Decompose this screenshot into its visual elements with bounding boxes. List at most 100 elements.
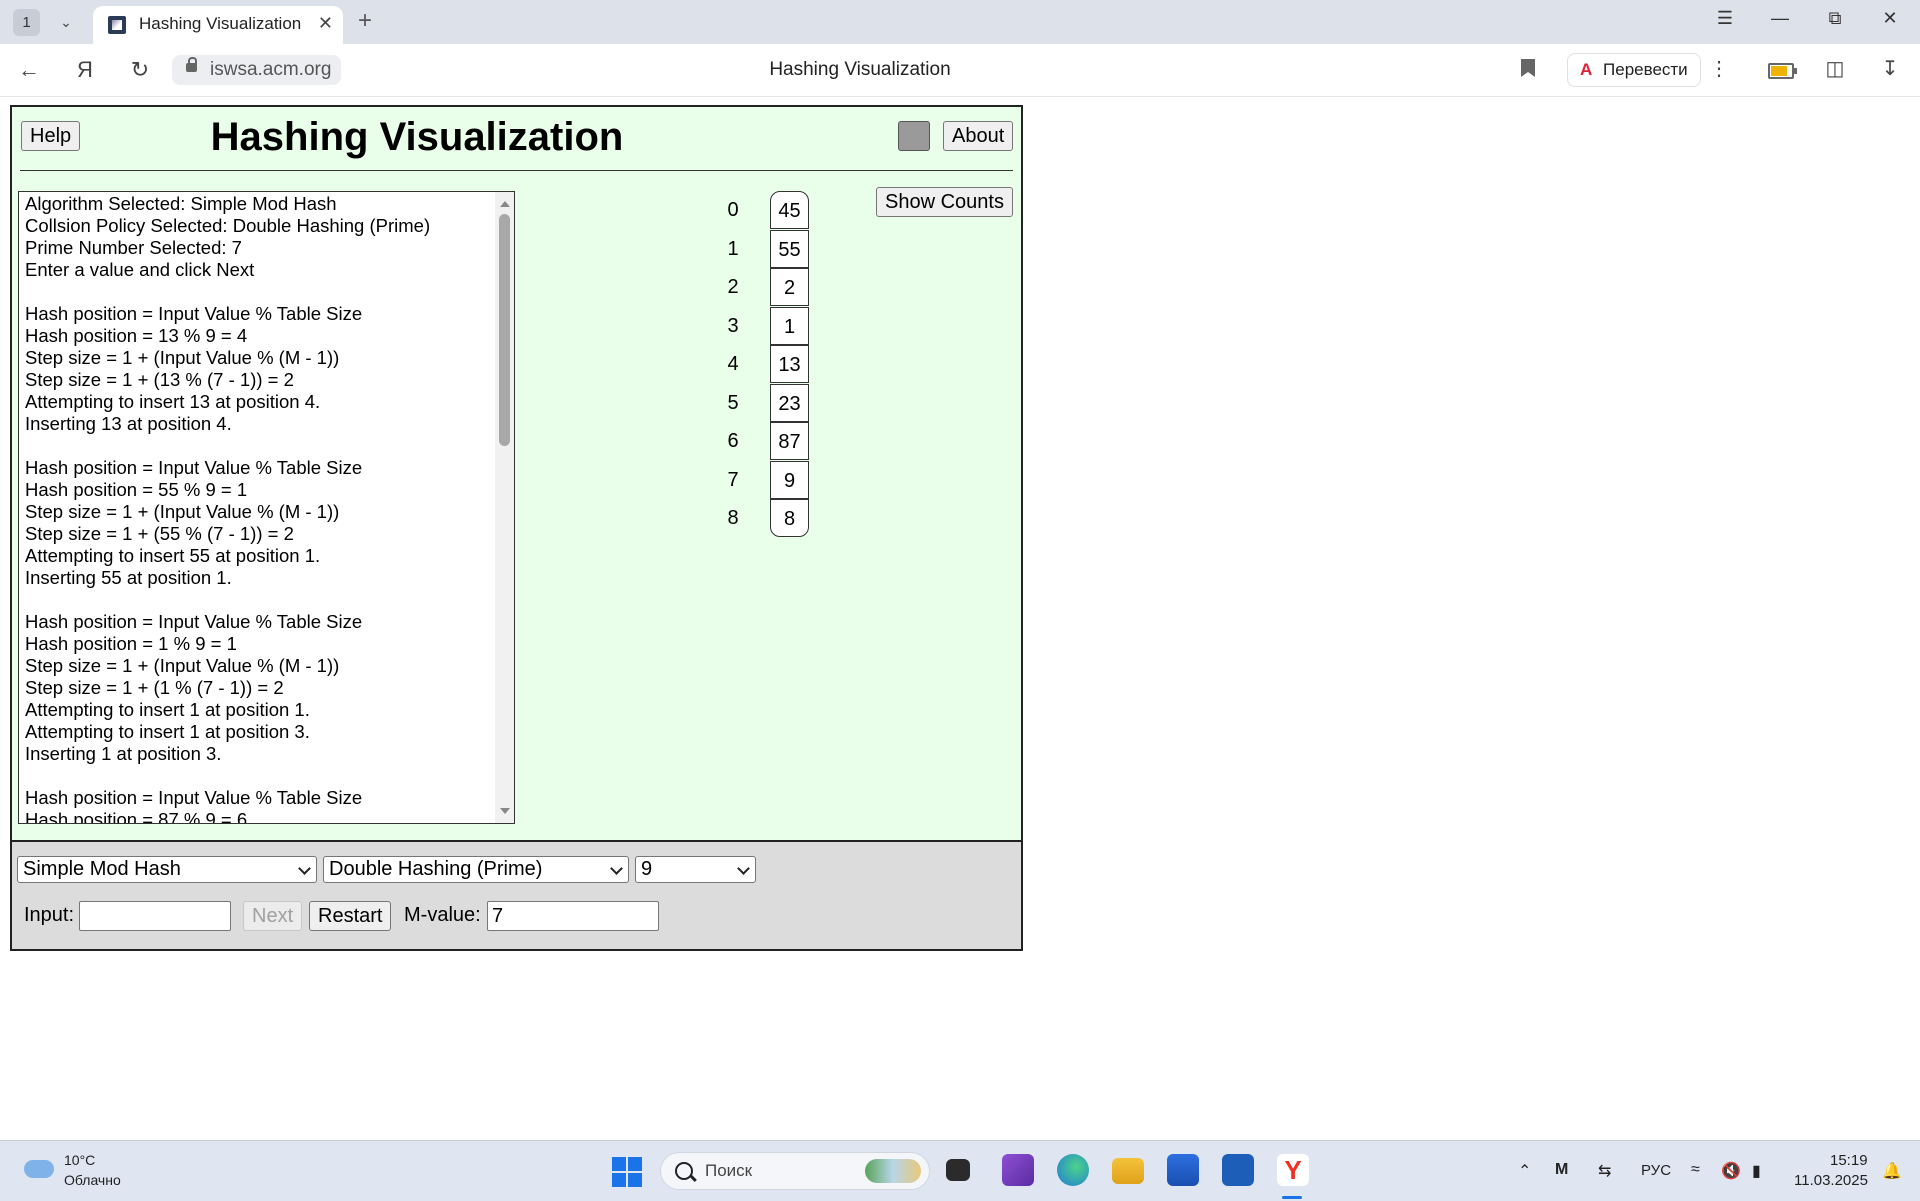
restore-window-icon[interactable]: ⧉: [1820, 8, 1850, 29]
scroll-thumb[interactable]: [499, 214, 510, 446]
restart-button[interactable]: Restart: [309, 901, 392, 931]
show-hidden-icons-chevron-icon[interactable]: ⌃: [1518, 1161, 1531, 1181]
more-options-icon[interactable]: ⋮: [1704, 56, 1734, 81]
mail-app-icon[interactable]: [1222, 1154, 1254, 1186]
collision-policy-select[interactable]: Double Hashing (Prime): [323, 856, 629, 883]
slot-value: 45: [770, 191, 809, 229]
next-button[interactable]: Next: [243, 901, 303, 931]
log-line: Attempting to insert 13 at position 4.: [25, 391, 321, 412]
slot-index: 0: [727, 199, 739, 221]
slot-value: 13: [770, 345, 809, 383]
address-page-title: Hashing Visualization: [769, 59, 951, 80]
log-line: Collsion Policy Selected: Double Hashing…: [25, 215, 431, 236]
task-view-icon[interactable]: [946, 1159, 970, 1181]
slot-value: 9: [770, 461, 809, 499]
search-placeholder: Поиск: [705, 1161, 753, 1180]
battery-icon[interactable]: ▮: [1752, 1161, 1761, 1181]
browser-menu-icon[interactable]: ☰: [1710, 8, 1740, 29]
taskbar-search[interactable]: Поиск: [660, 1152, 930, 1190]
table-size-select[interactable]: 9: [635, 856, 756, 883]
language-indicator[interactable]: РУС: [1641, 1162, 1671, 1179]
slot-index: 7: [727, 469, 739, 491]
downloads-icon[interactable]: ↧: [1875, 56, 1905, 81]
input-label: Input:: [24, 904, 75, 926]
log-line: Hash position = Input Value % Table Size: [25, 611, 363, 632]
slot-index: 8: [727, 507, 739, 529]
color-swatch-button[interactable]: [898, 121, 930, 151]
log-line: Hash position = 1 % 9 = 1: [25, 633, 237, 654]
collections-icon[interactable]: ◫: [1820, 56, 1850, 81]
battery-saver-icon[interactable]: [1768, 63, 1797, 79]
yandex-browser-icon[interactable]: Y: [1277, 1154, 1309, 1186]
slot-index: 3: [727, 315, 739, 337]
slot-value: 8: [770, 499, 809, 537]
file-explorer-icon[interactable]: [1112, 1158, 1144, 1184]
browser-tab-bar: 1 ⌄ Hashing Visualization ✕ + ☰ — ⧉ ✕: [0, 0, 1920, 44]
log-line: Prime Number Selected: 7: [25, 237, 242, 258]
scroll-down-arrow-icon[interactable]: [500, 808, 510, 814]
slot-value: 23: [770, 384, 809, 422]
title-divider: [20, 170, 1013, 171]
log-line: Hash position = 13 % 9 = 4: [25, 325, 248, 346]
scroll-up-arrow-icon[interactable]: [500, 201, 510, 207]
search-highlight-image: [865, 1159, 921, 1183]
tab-favicon-icon: [108, 16, 126, 34]
log-line: Step size = 1 + (Input Value % (M - 1)): [25, 655, 340, 676]
log-line: Enter a value and click Next: [25, 259, 255, 280]
close-window-icon[interactable]: ✕: [1875, 8, 1905, 29]
about-button[interactable]: About: [943, 121, 1014, 151]
sync-icon[interactable]: ⇆: [1598, 1161, 1611, 1181]
chevron-down-icon: [737, 862, 750, 875]
table-size-select-value: 9: [641, 858, 653, 880]
minimize-window-icon[interactable]: —: [1765, 8, 1795, 29]
show-counts-button[interactable]: Show Counts: [876, 187, 1013, 217]
tab-close-icon[interactable]: ✕: [318, 13, 333, 34]
log-line: Algorithm Selected: Simple Mod Hash: [25, 193, 337, 214]
algorithm-select[interactable]: Simple Mod Hash: [17, 856, 317, 883]
input-field[interactable]: [79, 901, 231, 931]
mvalue-field[interactable]: 7: [487, 901, 659, 931]
weather-description[interactable]: Облачно: [64, 1172, 121, 1188]
windows-start-icon[interactable]: [612, 1157, 642, 1187]
new-tab-plus-icon[interactable]: +: [351, 9, 379, 35]
log-text: Algorithm Selected: Simple Mod Hash Colls…: [25, 193, 495, 824]
slot-index: 4: [727, 353, 739, 375]
volume-muted-icon[interactable]: 🔇: [1721, 1161, 1741, 1181]
slot-value: 1: [770, 307, 809, 345]
slot-value: 55: [770, 230, 809, 268]
tab-counter-button[interactable]: 1: [13, 9, 40, 36]
active-tab[interactable]: Hashing Visualization ✕: [93, 6, 343, 44]
visual-studio-icon[interactable]: [1002, 1154, 1034, 1186]
translate-label: Перевести: [1603, 60, 1688, 79]
chevron-down-icon: [610, 862, 623, 875]
slot-index: 6: [727, 430, 739, 452]
microsoft-store-icon[interactable]: [1167, 1154, 1199, 1186]
log-line: Hash position = 87 % 9 = 6: [25, 809, 248, 824]
log-line: Step size = 1 + (55 % (7 - 1)) = 2: [25, 523, 294, 544]
clock-date[interactable]: 11.03.2025: [1794, 1172, 1868, 1189]
cloud-weather-icon[interactable]: [24, 1160, 54, 1178]
log-textarea[interactable]: Algorithm Selected: Simple Mod Hash Colls…: [18, 191, 515, 824]
log-line: Hash position = Input Value % Table Size: [25, 457, 363, 478]
controls-bar: Simple Mod Hash Double Hashing (Prime) 9…: [12, 840, 1021, 949]
notifications-bell-icon[interactable]: 🔔: [1882, 1161, 1902, 1181]
wifi-icon[interactable]: ≈: [1691, 1161, 1700, 1179]
tab-list-chevron-icon[interactable]: ⌄: [51, 9, 81, 36]
log-line: Step size = 1 + (1 % (7 - 1)) = 2: [25, 677, 284, 698]
weather-temperature[interactable]: 10°C: [64, 1152, 95, 1168]
windows-taskbar: 10°C Облачно Поиск Y ⌃ M ⇆ РУС ≈ 🔇 ▮ 15:…: [0, 1140, 1920, 1201]
edge-browser-icon[interactable]: [1057, 1154, 1089, 1186]
log-line: Step size = 1 + (13 % (7 - 1)) = 2: [25, 369, 294, 390]
translate-button[interactable]: A Перевести: [1567, 53, 1701, 87]
slot-index: 1: [727, 238, 739, 260]
log-line: Step size = 1 + (Input Value % (M - 1)): [25, 501, 340, 522]
clock-time[interactable]: 15:19: [1830, 1152, 1868, 1169]
log-scrollbar[interactable]: [495, 192, 514, 823]
translate-icon: A: [1580, 60, 1593, 79]
log-line: Step size = 1 + (Input Value % (M - 1)): [25, 347, 340, 368]
notification-app-icon[interactable]: M: [1555, 1161, 1568, 1179]
